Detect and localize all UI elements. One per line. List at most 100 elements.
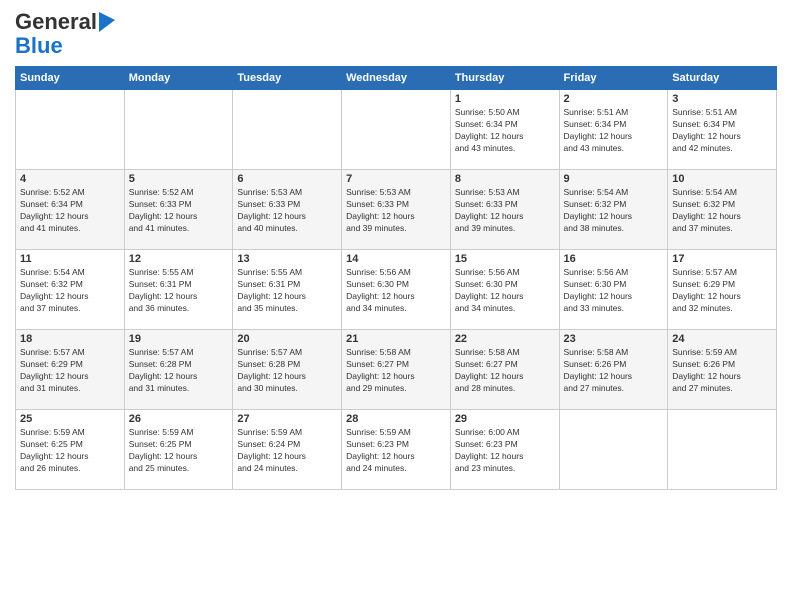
day-cell: 28 Sunrise: 5:59 AMSunset: 6:23 PMDayligh… (342, 410, 451, 490)
day-info: Sunrise: 5:59 AMSunset: 6:23 PMDaylight:… (346, 427, 446, 475)
day-cell: 22Sunrise: 5:58 AMSunset: 6:27 PMDayligh… (450, 330, 559, 410)
logo: General Blue (15, 10, 117, 58)
day-info: Sunrise: 5:55 AMSunset: 6:31 PMDaylight:… (129, 267, 229, 315)
logo-text-line1: General (15, 10, 97, 34)
day-number: 9 (564, 173, 664, 185)
col-header-thursday: Thursday (450, 67, 559, 90)
day-info: Sunrise: 5:58 AMSunset: 6:27 PMDaylight:… (455, 347, 555, 395)
day-cell: 15 Sunrise: 5:56 AMSunset: 6:30 PMDayligh… (450, 250, 559, 330)
day-cell: 27 Sunrise: 5:59 AMSunset: 6:24 PMDayligh… (233, 410, 342, 490)
day-number: 25 (20, 413, 120, 425)
day-cell: 14 Sunrise: 5:56 AMSunset: 6:30 PMDayligh… (342, 250, 451, 330)
day-cell: 2 Sunrise: 5:51 AMSunset: 6:34 PMDaylight… (559, 90, 668, 170)
day-info: Sunrise: 5:55 AMSunset: 6:31 PMDaylight:… (237, 267, 337, 315)
day-info: Sunrise: 5:54 AMSunset: 6:32 PMDaylight:… (672, 187, 772, 235)
day-info: Sunrise: 5:58 AMSunset: 6:26 PMDaylight:… (564, 347, 664, 395)
day-number: 29 (455, 413, 555, 425)
day-number: 20 (237, 333, 337, 345)
day-cell: 8 Sunrise: 5:53 AMSunset: 6:33 PMDaylight… (450, 170, 559, 250)
day-info: Sunrise: 5:59 AMSunset: 6:26 PMDaylight:… (672, 347, 772, 395)
day-number: 15 (455, 253, 555, 265)
week-row-1: 1 Sunrise: 5:50 AMSunset: 6:34 PMDaylight… (16, 90, 777, 170)
calendar-table: SundayMondayTuesdayWednesdayThursdayFrid… (15, 66, 777, 490)
day-number: 2 (564, 93, 664, 105)
day-info: Sunrise: 5:57 AMSunset: 6:28 PMDaylight:… (237, 347, 337, 395)
day-number: 10 (672, 173, 772, 185)
col-header-sunday: Sunday (16, 67, 125, 90)
day-info: Sunrise: 5:57 AMSunset: 6:29 PMDaylight:… (20, 347, 120, 395)
day-cell: 20 Sunrise: 5:57 AMSunset: 6:28 PMDayligh… (233, 330, 342, 410)
day-number: 26 (129, 413, 229, 425)
day-info: Sunrise: 5:59 AMSunset: 6:25 PMDaylight:… (129, 427, 229, 475)
day-cell: 18Sunrise: 5:57 AMSunset: 6:29 PMDayligh… (16, 330, 125, 410)
week-row-2: 4 Sunrise: 5:52 AMSunset: 6:34 PMDaylight… (16, 170, 777, 250)
day-number: 19 (129, 333, 229, 345)
day-number: 6 (237, 173, 337, 185)
day-number: 5 (129, 173, 229, 185)
day-cell: 5 Sunrise: 5:52 AMSunset: 6:33 PMDaylight… (124, 170, 233, 250)
day-number: 21 (346, 333, 446, 345)
day-info: Sunrise: 5:51 AMSunset: 6:34 PMDaylight:… (672, 107, 772, 155)
day-cell: 16 Sunrise: 5:56 AMSunset: 6:30 PMDayligh… (559, 250, 668, 330)
col-header-saturday: Saturday (668, 67, 777, 90)
day-cell: 23 Sunrise: 5:58 AMSunset: 6:26 PMDayligh… (559, 330, 668, 410)
day-cell: 29 Sunrise: 6:00 AMSunset: 6:23 PMDayligh… (450, 410, 559, 490)
day-cell: 24Sunrise: 5:59 AMSunset: 6:26 PMDayligh… (668, 330, 777, 410)
week-row-3: 11Sunrise: 5:54 AMSunset: 6:32 PMDayligh… (16, 250, 777, 330)
logo-icon (99, 12, 115, 32)
day-number: 16 (564, 253, 664, 265)
day-cell: 7 Sunrise: 5:53 AMSunset: 6:33 PMDaylight… (342, 170, 451, 250)
day-number: 8 (455, 173, 555, 185)
day-info: Sunrise: 5:54 AMSunset: 6:32 PMDaylight:… (564, 187, 664, 235)
header: General Blue (15, 10, 777, 58)
day-cell: 1 Sunrise: 5:50 AMSunset: 6:34 PMDaylight… (450, 90, 559, 170)
day-cell: 10 Sunrise: 5:54 AMSunset: 6:32 PMDayligh… (668, 170, 777, 250)
day-info: Sunrise: 5:56 AMSunset: 6:30 PMDaylight:… (564, 267, 664, 315)
day-info: Sunrise: 5:56 AMSunset: 6:30 PMDaylight:… (455, 267, 555, 315)
day-cell: 6 Sunrise: 5:53 AMSunset: 6:33 PMDaylight… (233, 170, 342, 250)
page: General Blue SundayMondayTuesdayWednesda… (0, 0, 792, 612)
day-info: Sunrise: 5:57 AMSunset: 6:28 PMDaylight:… (129, 347, 229, 395)
day-number: 4 (20, 173, 120, 185)
day-info: Sunrise: 5:52 AMSunset: 6:33 PMDaylight:… (129, 187, 229, 235)
day-cell: 3Sunrise: 5:51 AMSunset: 6:34 PMDaylight… (668, 90, 777, 170)
day-number: 7 (346, 173, 446, 185)
day-cell (559, 410, 668, 490)
day-number: 1 (455, 93, 555, 105)
day-info: Sunrise: 6:00 AMSunset: 6:23 PMDaylight:… (455, 427, 555, 475)
day-number: 17 (672, 253, 772, 265)
day-cell: 17Sunrise: 5:57 AMSunset: 6:29 PMDayligh… (668, 250, 777, 330)
day-info: Sunrise: 5:53 AMSunset: 6:33 PMDaylight:… (237, 187, 337, 235)
day-cell: 4 Sunrise: 5:52 AMSunset: 6:34 PMDaylight… (16, 170, 125, 250)
day-info: Sunrise: 5:59 AMSunset: 6:24 PMDaylight:… (237, 427, 337, 475)
day-info: Sunrise: 5:53 AMSunset: 6:33 PMDaylight:… (346, 187, 446, 235)
day-number: 14 (346, 253, 446, 265)
day-cell (668, 410, 777, 490)
day-info: Sunrise: 5:52 AMSunset: 6:34 PMDaylight:… (20, 187, 120, 235)
day-number: 27 (237, 413, 337, 425)
col-header-tuesday: Tuesday (233, 67, 342, 90)
day-info: Sunrise: 5:59 AMSunset: 6:25 PMDaylight:… (20, 427, 120, 475)
col-header-friday: Friday (559, 67, 668, 90)
day-cell (342, 90, 451, 170)
day-info: Sunrise: 5:56 AMSunset: 6:30 PMDaylight:… (346, 267, 446, 315)
day-number: 13 (237, 253, 337, 265)
week-row-4: 18Sunrise: 5:57 AMSunset: 6:29 PMDayligh… (16, 330, 777, 410)
day-info: Sunrise: 5:53 AMSunset: 6:33 PMDaylight:… (455, 187, 555, 235)
day-number: 12 (129, 253, 229, 265)
col-header-wednesday: Wednesday (342, 67, 451, 90)
day-cell: 11Sunrise: 5:54 AMSunset: 6:32 PMDayligh… (16, 250, 125, 330)
day-number: 23 (564, 333, 664, 345)
col-header-monday: Monday (124, 67, 233, 90)
day-cell: 19 Sunrise: 5:57 AMSunset: 6:28 PMDayligh… (124, 330, 233, 410)
day-cell: 21 Sunrise: 5:58 AMSunset: 6:27 PMDayligh… (342, 330, 451, 410)
day-number: 28 (346, 413, 446, 425)
day-info: Sunrise: 5:50 AMSunset: 6:34 PMDaylight:… (455, 107, 555, 155)
day-cell: 25 Sunrise: 5:59 AMSunset: 6:25 PMDayligh… (16, 410, 125, 490)
day-cell: 13 Sunrise: 5:55 AMSunset: 6:31 PMDayligh… (233, 250, 342, 330)
day-info: Sunrise: 5:51 AMSunset: 6:34 PMDaylight:… (564, 107, 664, 155)
day-cell: 12 Sunrise: 5:55 AMSunset: 6:31 PMDayligh… (124, 250, 233, 330)
day-info: Sunrise: 5:58 AMSunset: 6:27 PMDaylight:… (346, 347, 446, 395)
logo-text-line2: Blue (15, 34, 63, 58)
day-cell: 26 Sunrise: 5:59 AMSunset: 6:25 PMDayligh… (124, 410, 233, 490)
